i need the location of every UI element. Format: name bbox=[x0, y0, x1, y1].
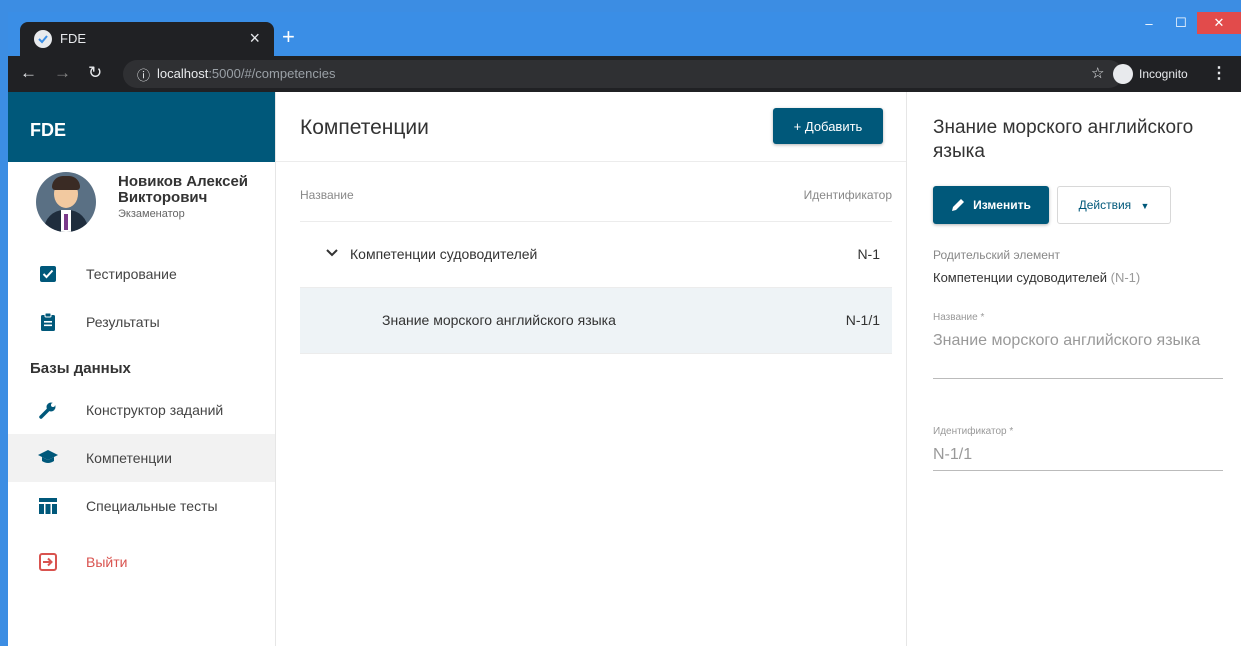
parent-label: Родительский элемент bbox=[933, 248, 1061, 262]
browser-tab[interactable]: FDE × bbox=[20, 22, 274, 56]
main-header: Компетенции + Добавить bbox=[276, 92, 906, 162]
window-controls: – ☐ ✕ bbox=[1133, 12, 1241, 36]
row-id: N-1 bbox=[857, 246, 880, 262]
detail-panel: Знание морского английского языка Измени… bbox=[906, 92, 1241, 646]
sidebar-item-label: Результаты bbox=[86, 314, 160, 330]
parent-value: Компетенции судоводителей (N-1) bbox=[933, 270, 1140, 285]
wrench-icon bbox=[38, 400, 58, 420]
table-icon bbox=[38, 496, 58, 516]
sidebar: FDE Новиков Алексей Викторович Экзаменат… bbox=[8, 92, 276, 646]
add-button[interactable]: + Добавить bbox=[773, 108, 883, 144]
row-id: N-1/1 bbox=[845, 312, 880, 328]
column-header-id[interactable]: Идентификатор bbox=[804, 188, 892, 202]
reload-icon[interactable]: ↻ bbox=[88, 63, 102, 83]
id-field-underline bbox=[933, 470, 1223, 471]
logout-icon bbox=[38, 552, 58, 572]
name-field-underline bbox=[933, 378, 1223, 379]
sidebar-item-results[interactable]: Результаты bbox=[8, 298, 275, 346]
section-title-databases: Базы данных bbox=[30, 360, 131, 377]
parent-name: Компетенции судоводителей bbox=[933, 270, 1107, 285]
pencil-icon bbox=[952, 199, 965, 211]
incognito-icon bbox=[1113, 64, 1133, 84]
sidebar-item-logout[interactable]: Выйти bbox=[8, 538, 275, 586]
browser-menu-icon[interactable]: ⋮ bbox=[1211, 63, 1227, 83]
tab-strip: FDE × + – ☐ ✕ bbox=[8, 12, 1241, 56]
name-field-label: Название * bbox=[933, 312, 985, 323]
sidebar-item-label: Выйти bbox=[86, 554, 128, 570]
maximize-icon[interactable]: ☐ bbox=[1165, 12, 1197, 34]
sidebar-item-testing[interactable]: Тестирование bbox=[8, 250, 275, 298]
row-name: Знание морского английского языка bbox=[382, 312, 616, 328]
sidebar-item-label: Специальные тесты bbox=[86, 498, 218, 514]
user-role: Экзаменатор bbox=[118, 208, 185, 220]
url-host: localhost bbox=[157, 66, 209, 81]
sidebar-item-task-builder[interactable]: Конструктор заданий bbox=[8, 386, 275, 434]
url-path: :5000/#/competencies bbox=[208, 66, 336, 81]
edit-button[interactable]: Изменить bbox=[933, 186, 1049, 224]
table-row-selected[interactable]: Знание морского английского языка N-1/1 bbox=[300, 288, 892, 354]
sidebar-item-label: Тестирование bbox=[86, 266, 177, 282]
edit-button-label: Изменить bbox=[973, 198, 1031, 212]
incognito-label: Incognito bbox=[1139, 67, 1188, 81]
minimize-icon[interactable]: – bbox=[1133, 12, 1165, 34]
checkbox-icon bbox=[38, 264, 58, 284]
parent-id: (N-1) bbox=[1110, 270, 1141, 285]
new-tab-button[interactable]: + bbox=[282, 26, 295, 48]
window-close-icon[interactable]: ✕ bbox=[1197, 12, 1241, 34]
row-name: Компетенции судоводителей bbox=[350, 246, 538, 262]
tab-title: FDE bbox=[60, 31, 86, 46]
user-card: Новиков Алексей Викторович Экзаменатор bbox=[8, 162, 275, 250]
table-row[interactable]: Компетенции судоводителей N-1 bbox=[300, 222, 892, 288]
avatar bbox=[36, 172, 96, 232]
url-text: localhost:5000/#/competencies bbox=[157, 66, 336, 81]
table-header: Название Идентификатор bbox=[300, 162, 892, 222]
clipboard-icon bbox=[38, 312, 58, 332]
tab-close-icon[interactable]: × bbox=[249, 28, 260, 49]
detail-title: Знание морского английского языка bbox=[933, 117, 1194, 162]
browser-toolbar: ← → ↻ ⓘ localhost:5000/#/competencies ☆ … bbox=[8, 56, 1241, 92]
actions-dropdown-button[interactable]: Действия ▼ bbox=[1057, 186, 1171, 224]
graduation-cap-icon bbox=[38, 448, 58, 468]
sidebar-item-competencies[interactable]: Компетенции bbox=[8, 434, 275, 482]
forward-arrow-icon[interactable]: → bbox=[54, 63, 71, 83]
page-title: Компетенции bbox=[300, 116, 429, 139]
column-header-name[interactable]: Название bbox=[300, 188, 354, 202]
id-field[interactable]: N-1/1 bbox=[933, 446, 972, 464]
bookmark-star-icon[interactable]: ☆ bbox=[1091, 64, 1104, 82]
browser-window: FDE × + – ☐ ✕ ← → ↻ ⓘ localhost:5000/#/c… bbox=[8, 12, 1241, 646]
brand-logo[interactable]: FDE bbox=[8, 92, 275, 162]
sidebar-item-label: Конструктор заданий bbox=[86, 402, 224, 418]
favicon-check-icon bbox=[34, 30, 52, 48]
main-panel: Компетенции + Добавить Название Идентифи… bbox=[276, 92, 906, 646]
chevron-down-icon[interactable] bbox=[326, 244, 338, 260]
app-content: FDE Новиков Алексей Викторович Экзаменат… bbox=[8, 92, 1241, 646]
info-icon[interactable]: ⓘ bbox=[137, 65, 150, 84]
back-arrow-icon[interactable]: ← bbox=[20, 63, 37, 83]
actions-label: Действия bbox=[1078, 198, 1132, 212]
address-bar[interactable]: ⓘ localhost:5000/#/competencies bbox=[123, 60, 1123, 88]
name-field[interactable]: Знание морского английского языка bbox=[933, 332, 1200, 350]
sidebar-item-label: Компетенции bbox=[86, 450, 172, 466]
id-field-label: Идентификатор * bbox=[933, 426, 1014, 437]
incognito-indicator[interactable]: Incognito bbox=[1113, 62, 1188, 86]
user-name: Новиков Алексей Викторович bbox=[118, 173, 249, 206]
caret-down-icon: ▼ bbox=[1140, 201, 1150, 211]
sidebar-item-special-tests[interactable]: Специальные тесты bbox=[8, 482, 275, 530]
